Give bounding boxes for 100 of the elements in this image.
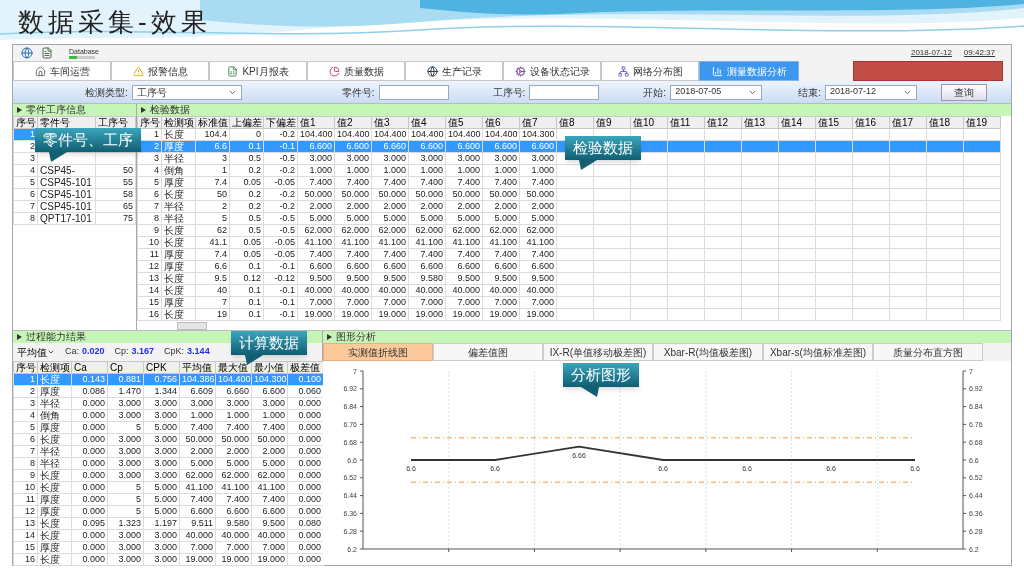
column-header[interactable]: 值1 xyxy=(297,116,335,129)
column-header[interactable]: 值15 xyxy=(815,116,853,129)
stat-value: 0.020 xyxy=(82,345,105,359)
collapse-arrow-icon[interactable] xyxy=(17,334,22,340)
query-button[interactable]: 查询 xyxy=(941,83,987,101)
collapse-arrow-icon[interactable] xyxy=(327,334,332,340)
document-icon[interactable] xyxy=(41,47,53,59)
column-header[interactable]: Cp xyxy=(107,361,144,374)
column-header[interactable]: 值3 xyxy=(371,116,409,129)
table-cell: 6.600 xyxy=(494,261,517,271)
table-cell: 6 xyxy=(30,434,35,444)
column-header[interactable]: 值9 xyxy=(593,116,631,129)
table-cell: 7.000 xyxy=(226,542,249,552)
column-header[interactable]: 值7 xyxy=(519,116,557,129)
table-cell: 5 xyxy=(136,506,141,516)
table-cell: 0.000 xyxy=(82,458,105,468)
column-header[interactable]: 值18 xyxy=(926,116,964,129)
table-cell: 0.2 xyxy=(248,165,261,175)
column-header[interactable]: 零件号 xyxy=(37,116,96,129)
table-cell: 1.000 xyxy=(420,165,443,175)
collapse-arrow-icon[interactable] xyxy=(141,107,146,113)
start-date-field[interactable]: 2018-07-05 xyxy=(670,84,763,100)
column-header[interactable]: 值11 xyxy=(667,116,705,129)
slide-title: 数据采集-效果 xyxy=(18,6,211,38)
column-header[interactable]: 最大值 xyxy=(215,361,252,374)
table-cell: 7.4 xyxy=(214,249,227,259)
nav-tab[interactable]: 车间运营 xyxy=(13,61,111,81)
column-header[interactable]: 值6 xyxy=(482,116,520,129)
table-cell: -0.12 xyxy=(274,273,295,283)
table-cell: 104.4 xyxy=(204,129,227,139)
column-header[interactable]: 值12 xyxy=(704,116,742,129)
globe-icon[interactable] xyxy=(21,47,33,59)
column-header[interactable]: 最小值 xyxy=(251,361,288,374)
column-header[interactable]: 值4 xyxy=(408,116,446,129)
chart-tab[interactable]: Xbar-R(均值极差图) xyxy=(653,343,763,361)
column-header[interactable]: 值14 xyxy=(778,116,816,129)
table-cell: 长度 xyxy=(40,482,60,493)
chart-tab[interactable]: Xbar-s(均值标准差图) xyxy=(763,343,873,361)
column-header[interactable]: 序号 xyxy=(13,116,38,129)
nav-tab[interactable]: 设备状态记录 xyxy=(503,61,601,81)
statistic-select[interactable]: 平均值 xyxy=(17,344,55,360)
table-cell: 9 xyxy=(30,470,35,480)
table-cell: 62.000 xyxy=(415,225,443,235)
column-header[interactable]: 工序号 xyxy=(95,116,136,129)
column-header[interactable]: 值16 xyxy=(852,116,890,129)
table-cell: 长度 xyxy=(40,470,60,481)
operation-input[interactable] xyxy=(529,84,600,100)
table-cell: 19.000 xyxy=(526,309,554,319)
column-header[interactable]: 值10 xyxy=(630,116,668,129)
collapse-arrow-icon[interactable] xyxy=(17,107,22,113)
part-input[interactable] xyxy=(378,84,449,100)
column-header[interactable]: 下偏差 xyxy=(263,116,298,129)
column-header[interactable]: CPK xyxy=(143,361,180,374)
column-header[interactable]: 序号 xyxy=(13,361,38,374)
column-header[interactable]: 值17 xyxy=(889,116,927,129)
column-header[interactable]: 标准值 xyxy=(195,116,230,129)
table-cell: 5.000 xyxy=(531,213,554,223)
table-cell: 7.400 xyxy=(457,177,480,187)
nav-tab[interactable]: KPI月报表 xyxy=(209,61,307,81)
table-cell: -0.05 xyxy=(274,249,295,259)
table-cell: 7 xyxy=(30,446,35,456)
nav-tab[interactable]: 质量数据 xyxy=(307,61,405,81)
globe-icon xyxy=(426,65,438,77)
chart-tab[interactable]: 质量分布直方图 xyxy=(873,343,983,361)
column-header[interactable]: 平均值 xyxy=(179,361,216,374)
table-cell: 5.000 xyxy=(226,458,249,468)
nav-tab[interactable]: 报警信息 xyxy=(111,61,209,81)
table-cell: 41.100 xyxy=(378,237,406,247)
type-select[interactable]: 工序号 xyxy=(131,84,242,100)
stat-label: Cp: xyxy=(114,345,129,359)
table-cell: 2.000 xyxy=(383,201,406,211)
table-cell: 3 xyxy=(30,153,35,163)
scrollbar[interactable] xyxy=(177,322,207,330)
column-header[interactable]: 值8 xyxy=(556,116,594,129)
column-header[interactable]: 值19 xyxy=(963,116,1001,129)
column-header[interactable]: 检测项 xyxy=(37,361,72,374)
table-cell: 6.600 xyxy=(494,141,517,151)
table-cell: 2.000 xyxy=(346,201,369,211)
chart-tab[interactable]: 实测值折线图 xyxy=(323,343,433,361)
nav-tab[interactable]: 网络分布图 xyxy=(601,61,699,81)
table-cell: 7.000 xyxy=(420,297,443,307)
column-header[interactable]: Ca xyxy=(71,361,108,374)
column-header[interactable]: 极差值 xyxy=(287,361,324,374)
table-cell: 长度 xyxy=(164,189,184,200)
end-date-field[interactable]: 2018-07-12 xyxy=(824,84,917,100)
table-cell: 0.5 xyxy=(248,225,261,235)
nav-tab[interactable]: 生产记录 xyxy=(405,61,503,81)
table-cell: 62.000 xyxy=(304,225,332,235)
chart-tab[interactable]: IX-R(单值移动极差图) xyxy=(543,343,653,361)
column-header[interactable]: 上偏差 xyxy=(229,116,264,129)
chart-tab[interactable]: 偏差值图 xyxy=(433,343,543,361)
table-cell: 104.400 xyxy=(300,129,333,139)
column-header[interactable]: 值13 xyxy=(741,116,779,129)
table-cell: -0.1 xyxy=(279,309,295,319)
column-header[interactable]: 检测项 xyxy=(161,116,196,129)
column-header[interactable]: 序号 xyxy=(137,116,162,129)
column-header[interactable]: 值2 xyxy=(334,116,372,129)
table-cell: 6.600 xyxy=(226,506,249,516)
column-header[interactable]: 值5 xyxy=(445,116,483,129)
table-cell: 0.000 xyxy=(82,410,105,420)
